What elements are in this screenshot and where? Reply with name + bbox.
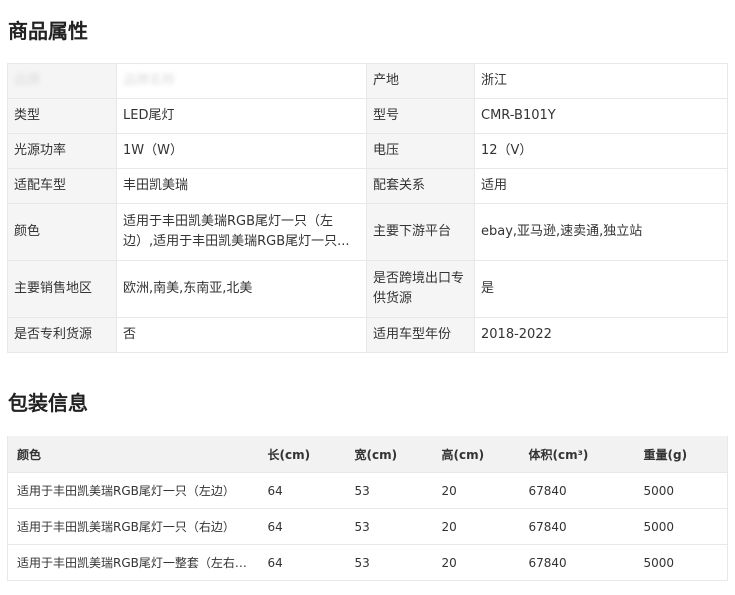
attribute-value: 丰田凯美瑞 <box>116 168 367 204</box>
table-row: 适用于丰田凯美瑞RGB尾灯一整套（左右两... 64 53 20 67840 5… <box>7 544 728 581</box>
packaging-header-row: 颜色 长(cm) 宽(cm) 高(cm) 体积(cm³) 重量(g) <box>7 436 728 473</box>
attribute-value: 欧洲,南美,东南亚,北美 <box>116 260 367 318</box>
attributes-table: 品牌 品牌名称 产地 浙江 类型 LED尾灯 型号 CMR-B101Y 光源功率… <box>7 63 728 353</box>
attribute-row: 类型 LED尾灯 型号 CMR-B101Y <box>7 98 728 134</box>
attribute-key: 品牌 <box>7 63 117 99</box>
attribute-value: 是 <box>474 260 728 318</box>
header-volume: 体积(cm³) <box>519 436 635 473</box>
attribute-value: 2018-2022 <box>474 317 728 353</box>
cell-weight: 5000 <box>634 472 728 509</box>
cell-height: 20 <box>432 472 520 509</box>
attribute-row: 适配车型 丰田凯美瑞 配套关系 适用 <box>7 168 728 204</box>
header-width: 宽(cm) <box>345 436 433 473</box>
attribute-key: 适用车型年份 <box>366 317 475 353</box>
header-color: 颜色 <box>7 436 259 473</box>
attribute-key: 主要下游平台 <box>366 203 475 261</box>
attribute-key: 适配车型 <box>7 168 117 204</box>
attribute-value: 浙江 <box>474 63 728 99</box>
attribute-key: 主要销售地区 <box>7 260 117 318</box>
attribute-key: 是否跨境出口专供货源 <box>366 260 475 318</box>
cell-length: 64 <box>258 508 346 545</box>
attribute-row: 颜色 适用于丰田凯美瑞RGB尾灯一只（左边）,适用于丰田凯美瑞RGB尾灯一只..… <box>7 203 728 261</box>
cell-width: 53 <box>345 544 433 581</box>
attribute-key: 型号 <box>366 98 475 134</box>
attribute-value: CMR-B101Y <box>474 98 728 134</box>
attribute-key: 电压 <box>366 133 475 169</box>
attribute-key: 光源功率 <box>7 133 117 169</box>
header-length: 长(cm) <box>258 436 346 473</box>
cell-color: 适用于丰田凯美瑞RGB尾灯一只（左边） <box>7 472 259 509</box>
cell-weight: 5000 <box>634 508 728 545</box>
cell-volume: 67840 <box>519 544 635 581</box>
cell-height: 20 <box>432 508 520 545</box>
table-row: 适用于丰田凯美瑞RGB尾灯一只（左边） 64 53 20 67840 5000 <box>7 472 728 509</box>
attribute-row: 光源功率 1W（W） 电压 12（V） <box>7 133 728 169</box>
header-height: 高(cm) <box>432 436 520 473</box>
cell-length: 64 <box>258 544 346 581</box>
attribute-value: 否 <box>116 317 367 353</box>
cell-width: 53 <box>345 508 433 545</box>
table-row: 适用于丰田凯美瑞RGB尾灯一只（右边） 64 53 20 67840 5000 <box>7 508 728 545</box>
attribute-row: 主要销售地区 欧洲,南美,东南亚,北美 是否跨境出口专供货源 是 <box>7 260 728 318</box>
attribute-key: 配套关系 <box>366 168 475 204</box>
cell-height: 20 <box>432 544 520 581</box>
cell-volume: 67840 <box>519 472 635 509</box>
attribute-value: 适用于丰田凯美瑞RGB尾灯一只（左边）,适用于丰田凯美瑞RGB尾灯一只... <box>116 203 367 261</box>
packaging-section-title: 包装信息 <box>8 391 88 415</box>
attributes-section-title: 商品属性 <box>8 19 88 43</box>
cell-color: 适用于丰田凯美瑞RGB尾灯一整套（左右两... <box>7 544 259 581</box>
attribute-value: 适用 <box>474 168 728 204</box>
attribute-value: 12（V） <box>474 133 728 169</box>
attribute-key: 产地 <box>366 63 475 99</box>
attribute-key: 是否专利货源 <box>7 317 117 353</box>
attribute-value-text: 适用于丰田凯美瑞RGB尾灯一只（左边）,适用于丰田凯美瑞RGB尾灯一只... <box>123 214 350 249</box>
cell-weight: 5000 <box>634 544 728 581</box>
attribute-value: 品牌名称 <box>116 63 367 99</box>
attribute-value: LED尾灯 <box>116 98 367 134</box>
cell-width: 53 <box>345 472 433 509</box>
attribute-key: 颜色 <box>7 203 117 261</box>
attribute-row: 是否专利货源 否 适用车型年份 2018-2022 <box>7 317 728 353</box>
cell-volume: 67840 <box>519 508 635 545</box>
cell-length: 64 <box>258 472 346 509</box>
packaging-table: 颜色 长(cm) 宽(cm) 高(cm) 体积(cm³) 重量(g) 适用于丰田… <box>7 436 728 581</box>
attribute-key: 类型 <box>7 98 117 134</box>
attribute-value: ebay,亚马逊,速卖通,独立站 <box>474 203 728 261</box>
cell-color: 适用于丰田凯美瑞RGB尾灯一只（右边） <box>7 508 259 545</box>
attribute-row: 品牌 品牌名称 产地 浙江 <box>7 63 728 99</box>
attribute-value: 1W（W） <box>116 133 367 169</box>
header-weight: 重量(g) <box>634 436 728 473</box>
